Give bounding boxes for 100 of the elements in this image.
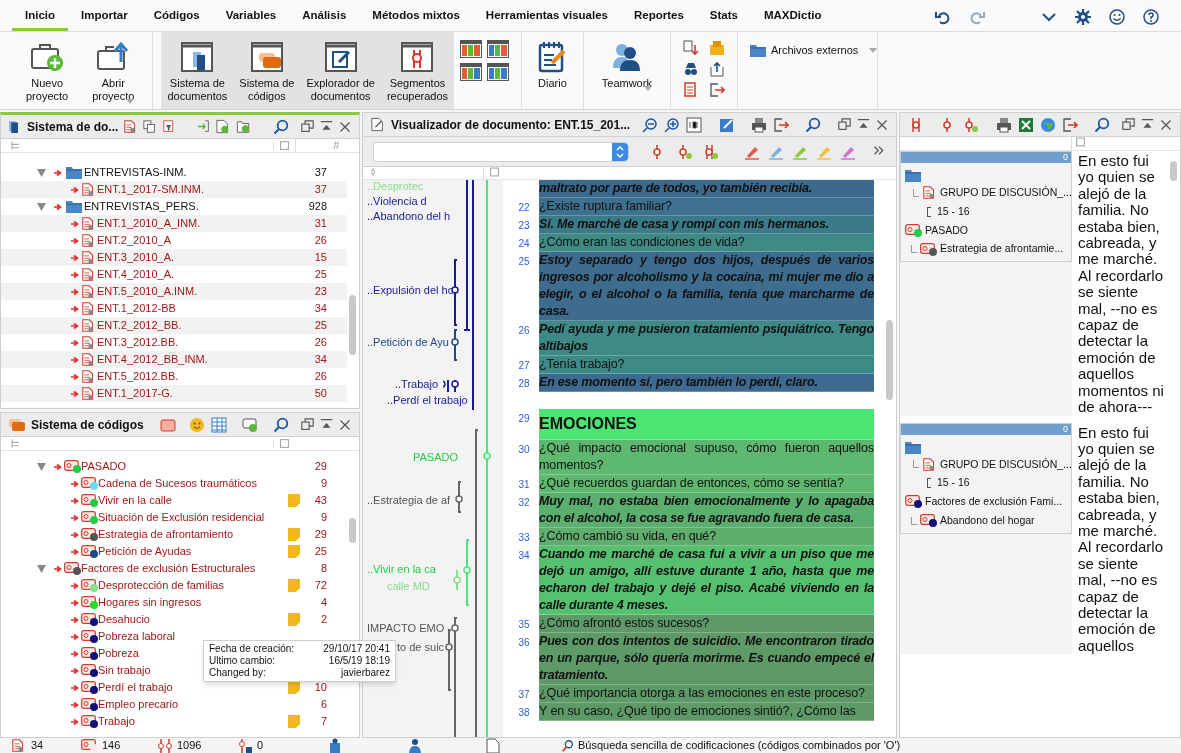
help-icon[interactable] <box>1143 9 1159 25</box>
code-name[interactable]: Desahucio <box>98 611 283 628</box>
code-name[interactable]: Pobreza laboral <box>98 628 283 645</box>
expanded-triangle-icon[interactable] <box>37 168 46 177</box>
table-icon[interactable] <box>211 416 228 433</box>
document-name[interactable]: ENT.2_2010_A <box>97 232 315 249</box>
search-icon[interactable] <box>273 118 289 135</box>
maximize-icon[interactable] <box>857 118 870 131</box>
search-icon[interactable] <box>1094 116 1110 133</box>
edit-window-icon[interactable] <box>324 42 357 72</box>
external-files-button[interactable]: Archivos externos <box>749 42 878 59</box>
ribbon-button[interactable]: Explorador de documentos <box>300 32 381 109</box>
menu-tab[interactable]: Métodos mixtos <box>359 3 473 31</box>
expanded-triangle-icon[interactable] <box>37 462 46 471</box>
document-icon[interactable] <box>82 182 95 197</box>
undo-icon[interactable] <box>935 9 951 25</box>
folder-name[interactable]: ENTREVISTAS-INM. <box>84 164 315 181</box>
code-label[interactable]: IMPACTO EMO <box>367 622 445 634</box>
document-icon[interactable] <box>82 267 95 282</box>
double-chevron-icon[interactable] <box>872 145 886 158</box>
menu-tab[interactable]: Reportes <box>620 3 697 31</box>
zoom-reset-icon[interactable] <box>686 116 703 133</box>
scrollbar[interactable] <box>349 518 356 543</box>
ribbon-button[interactable]: Abrir proyecto <box>86 32 141 109</box>
ribbon-button[interactable]: Sistema de códigos <box>233 32 301 109</box>
document-icon[interactable] <box>82 352 95 367</box>
maximize-icon[interactable] <box>320 418 333 431</box>
ribbon-button[interactable]: Segmentos recuperados <box>380 32 455 109</box>
expanded-triangle-icon[interactable] <box>37 564 46 573</box>
document-name[interactable]: ENT.1_2017-G. <box>97 385 315 402</box>
print-icon[interactable] <box>996 116 1013 133</box>
document-window-icon[interactable] <box>181 42 214 72</box>
menu-tab[interactable]: Stats <box>696 3 751 31</box>
copy-down-icon[interactable] <box>682 40 699 56</box>
notepad-icon[interactable] <box>538 41 567 73</box>
layout-icon[interactable] <box>460 63 483 81</box>
scrollbar[interactable] <box>349 295 356 355</box>
code-name[interactable]: Trabajo <box>98 713 283 730</box>
float-window-icon[interactable] <box>301 120 314 133</box>
export-icon[interactable] <box>708 61 725 77</box>
maximize-icon[interactable] <box>1141 118 1154 131</box>
document-name[interactable]: ENT.2_2012_BB. <box>97 317 315 334</box>
float-window-icon[interactable] <box>1122 118 1135 131</box>
document-icon[interactable] <box>82 386 95 401</box>
code-name[interactable]: Cadena de Sucesos traumáticos <box>98 475 283 492</box>
code-name[interactable]: Estrategia de afrontamiento <box>98 526 283 543</box>
print-icon[interactable] <box>750 116 767 133</box>
code-label[interactable]: ..Trabajo <box>395 378 438 390</box>
document-name[interactable]: ENT.1_2010_A_INM. <box>97 215 315 232</box>
menu-tab[interactable]: Importar <box>68 3 141 31</box>
code-name[interactable]: Vivir en la calle <box>98 492 283 509</box>
code-dropdown[interactable] <box>373 141 629 162</box>
smiley-icon[interactable] <box>1109 9 1125 25</box>
document-icon[interactable] <box>82 284 95 299</box>
spy-icon[interactable] <box>682 61 699 77</box>
code-window-icon[interactable] <box>250 42 283 72</box>
edit-icon[interactable] <box>718 116 735 133</box>
document-name[interactable]: ENT.5_2010_A.INM. <box>97 283 315 300</box>
code-name[interactable]: Empleo precario <box>98 696 283 713</box>
document-icon[interactable] <box>923 456 936 472</box>
scrollbar[interactable] <box>886 320 893 400</box>
code-label[interactable]: ..Perdí el trabajo <box>387 394 468 406</box>
spreadsheet-icon[interactable] <box>1018 116 1035 133</box>
float-window-icon[interactable] <box>838 118 851 131</box>
documents-icon[interactable] <box>682 82 699 98</box>
ribbon-button[interactable]: Teamwork <box>595 32 658 109</box>
smiley-icon[interactable] <box>189 416 206 433</box>
close-icon[interactable] <box>1160 118 1172 131</box>
document-name[interactable]: ENT.4_2012_BB_INM. <box>97 351 315 368</box>
close-icon[interactable] <box>339 418 351 431</box>
menu-tab[interactable]: Variables <box>212 3 290 31</box>
document-icon[interactable] <box>82 301 95 316</box>
layout-icon[interactable] <box>487 63 510 81</box>
code-set-icon[interactable] <box>159 416 176 433</box>
code-name[interactable]: Situación de Exclusión residencial <box>98 509 283 526</box>
code-name[interactable]: Hogares sin ingresos <box>98 594 283 611</box>
document-icon[interactable] <box>82 216 95 231</box>
document-icon[interactable] <box>82 335 95 350</box>
code-name[interactable]: PASADO <box>81 458 283 475</box>
expanded-triangle-icon[interactable] <box>37 202 46 211</box>
globe-icon[interactable] <box>1040 116 1057 133</box>
briefcase-upload-icon[interactable] <box>96 42 131 72</box>
document-name[interactable]: ENT.5_2012.BB. <box>97 368 315 385</box>
float-window-icon[interactable] <box>301 418 314 431</box>
document-icon[interactable] <box>82 318 95 333</box>
menu-tab[interactable]: Análisis <box>289 3 360 31</box>
code-name[interactable]: Factores de exclusión Estructurales <box>81 560 283 577</box>
segment-card[interactable]: 0 GRUPO DE DISCUSIÓN_... 15 - 16 PASADO Estrategia de afrontamie... <box>900 151 1072 262</box>
search-icon[interactable] <box>805 116 822 133</box>
menu-tab[interactable]: Herramientas visuales <box>472 3 621 31</box>
code-name[interactable]: Petición de Ayudas <box>98 543 283 560</box>
menu-tab[interactable]: Códigos <box>140 3 213 31</box>
menu-tab[interactable]: MAXDictio <box>750 3 835 31</box>
exit-icon[interactable] <box>708 82 725 98</box>
document-name[interactable]: ENT.4_2010_A. <box>97 266 315 283</box>
user-icon[interactable] <box>407 737 423 753</box>
document-name[interactable]: ENT.3_2010_A. <box>97 249 315 266</box>
code-label[interactable]: ..Petición de Ayu <box>367 336 449 348</box>
people-icon[interactable] <box>611 42 642 72</box>
folder-name[interactable]: ENTREVISTAS_PERS. <box>84 198 309 215</box>
